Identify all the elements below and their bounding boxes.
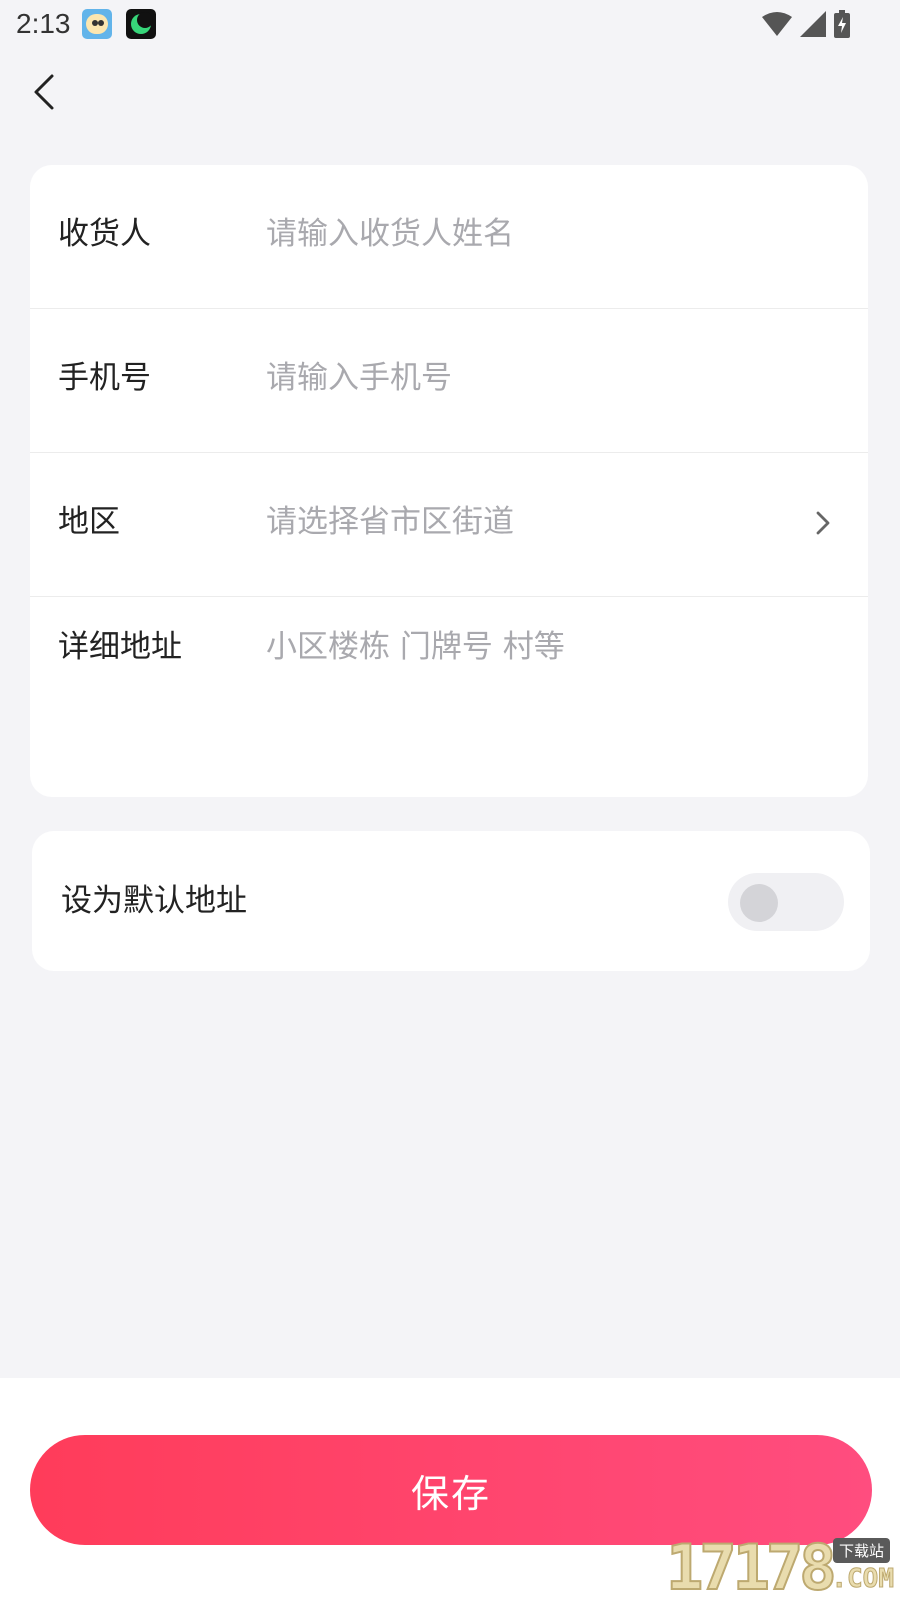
region-label: 地区: [58, 504, 120, 540]
chevron-left-icon: [34, 74, 54, 110]
status-time: 2:13: [16, 8, 71, 39]
address-form-card: 收货人 手机号 地区 请选择省市区街道 详细地址: [30, 165, 868, 797]
default-address-label: 设为默认地址: [61, 883, 247, 919]
toggle-knob: [740, 884, 778, 922]
chevron-right-icon: [816, 511, 830, 535]
status-indicators: [762, 10, 850, 38]
recipient-row: 收货人: [30, 165, 868, 309]
watermark-suffix: .COM: [831, 1564, 895, 1595]
watermark-tag: 下载站: [832, 1538, 890, 1563]
app-avatar-icon: [82, 9, 112, 39]
phone-row: 手机号: [30, 309, 868, 453]
phone-input[interactable]: [266, 358, 826, 398]
watermark-number: 17178: [665, 1531, 838, 1600]
status-bar: 2:13: [0, 0, 900, 48]
back-button[interactable]: [26, 70, 66, 114]
save-button[interactable]: 保存: [30, 1435, 872, 1545]
recipient-input[interactable]: [266, 214, 826, 254]
phone-label: 手机号: [58, 360, 151, 396]
region-row[interactable]: 地区 请选择省市区街道: [30, 453, 868, 597]
battery-icon: [834, 10, 850, 38]
detail-address-input[interactable]: [266, 627, 826, 667]
detail-address-row: 详细地址: [30, 597, 868, 797]
wifi-icon: [762, 12, 792, 36]
app-moon-icon: [126, 9, 156, 39]
watermark-logo: 17178 下载站 .COM: [665, 1531, 896, 1600]
recipient-label: 收货人: [58, 216, 151, 252]
default-address-toggle[interactable]: [728, 873, 844, 931]
detail-address-label: 详细地址: [58, 629, 182, 665]
region-select[interactable]: 请选择省市区街道: [266, 502, 514, 542]
default-address-card: 设为默认地址: [32, 831, 870, 971]
signal-icon: [800, 11, 826, 37]
